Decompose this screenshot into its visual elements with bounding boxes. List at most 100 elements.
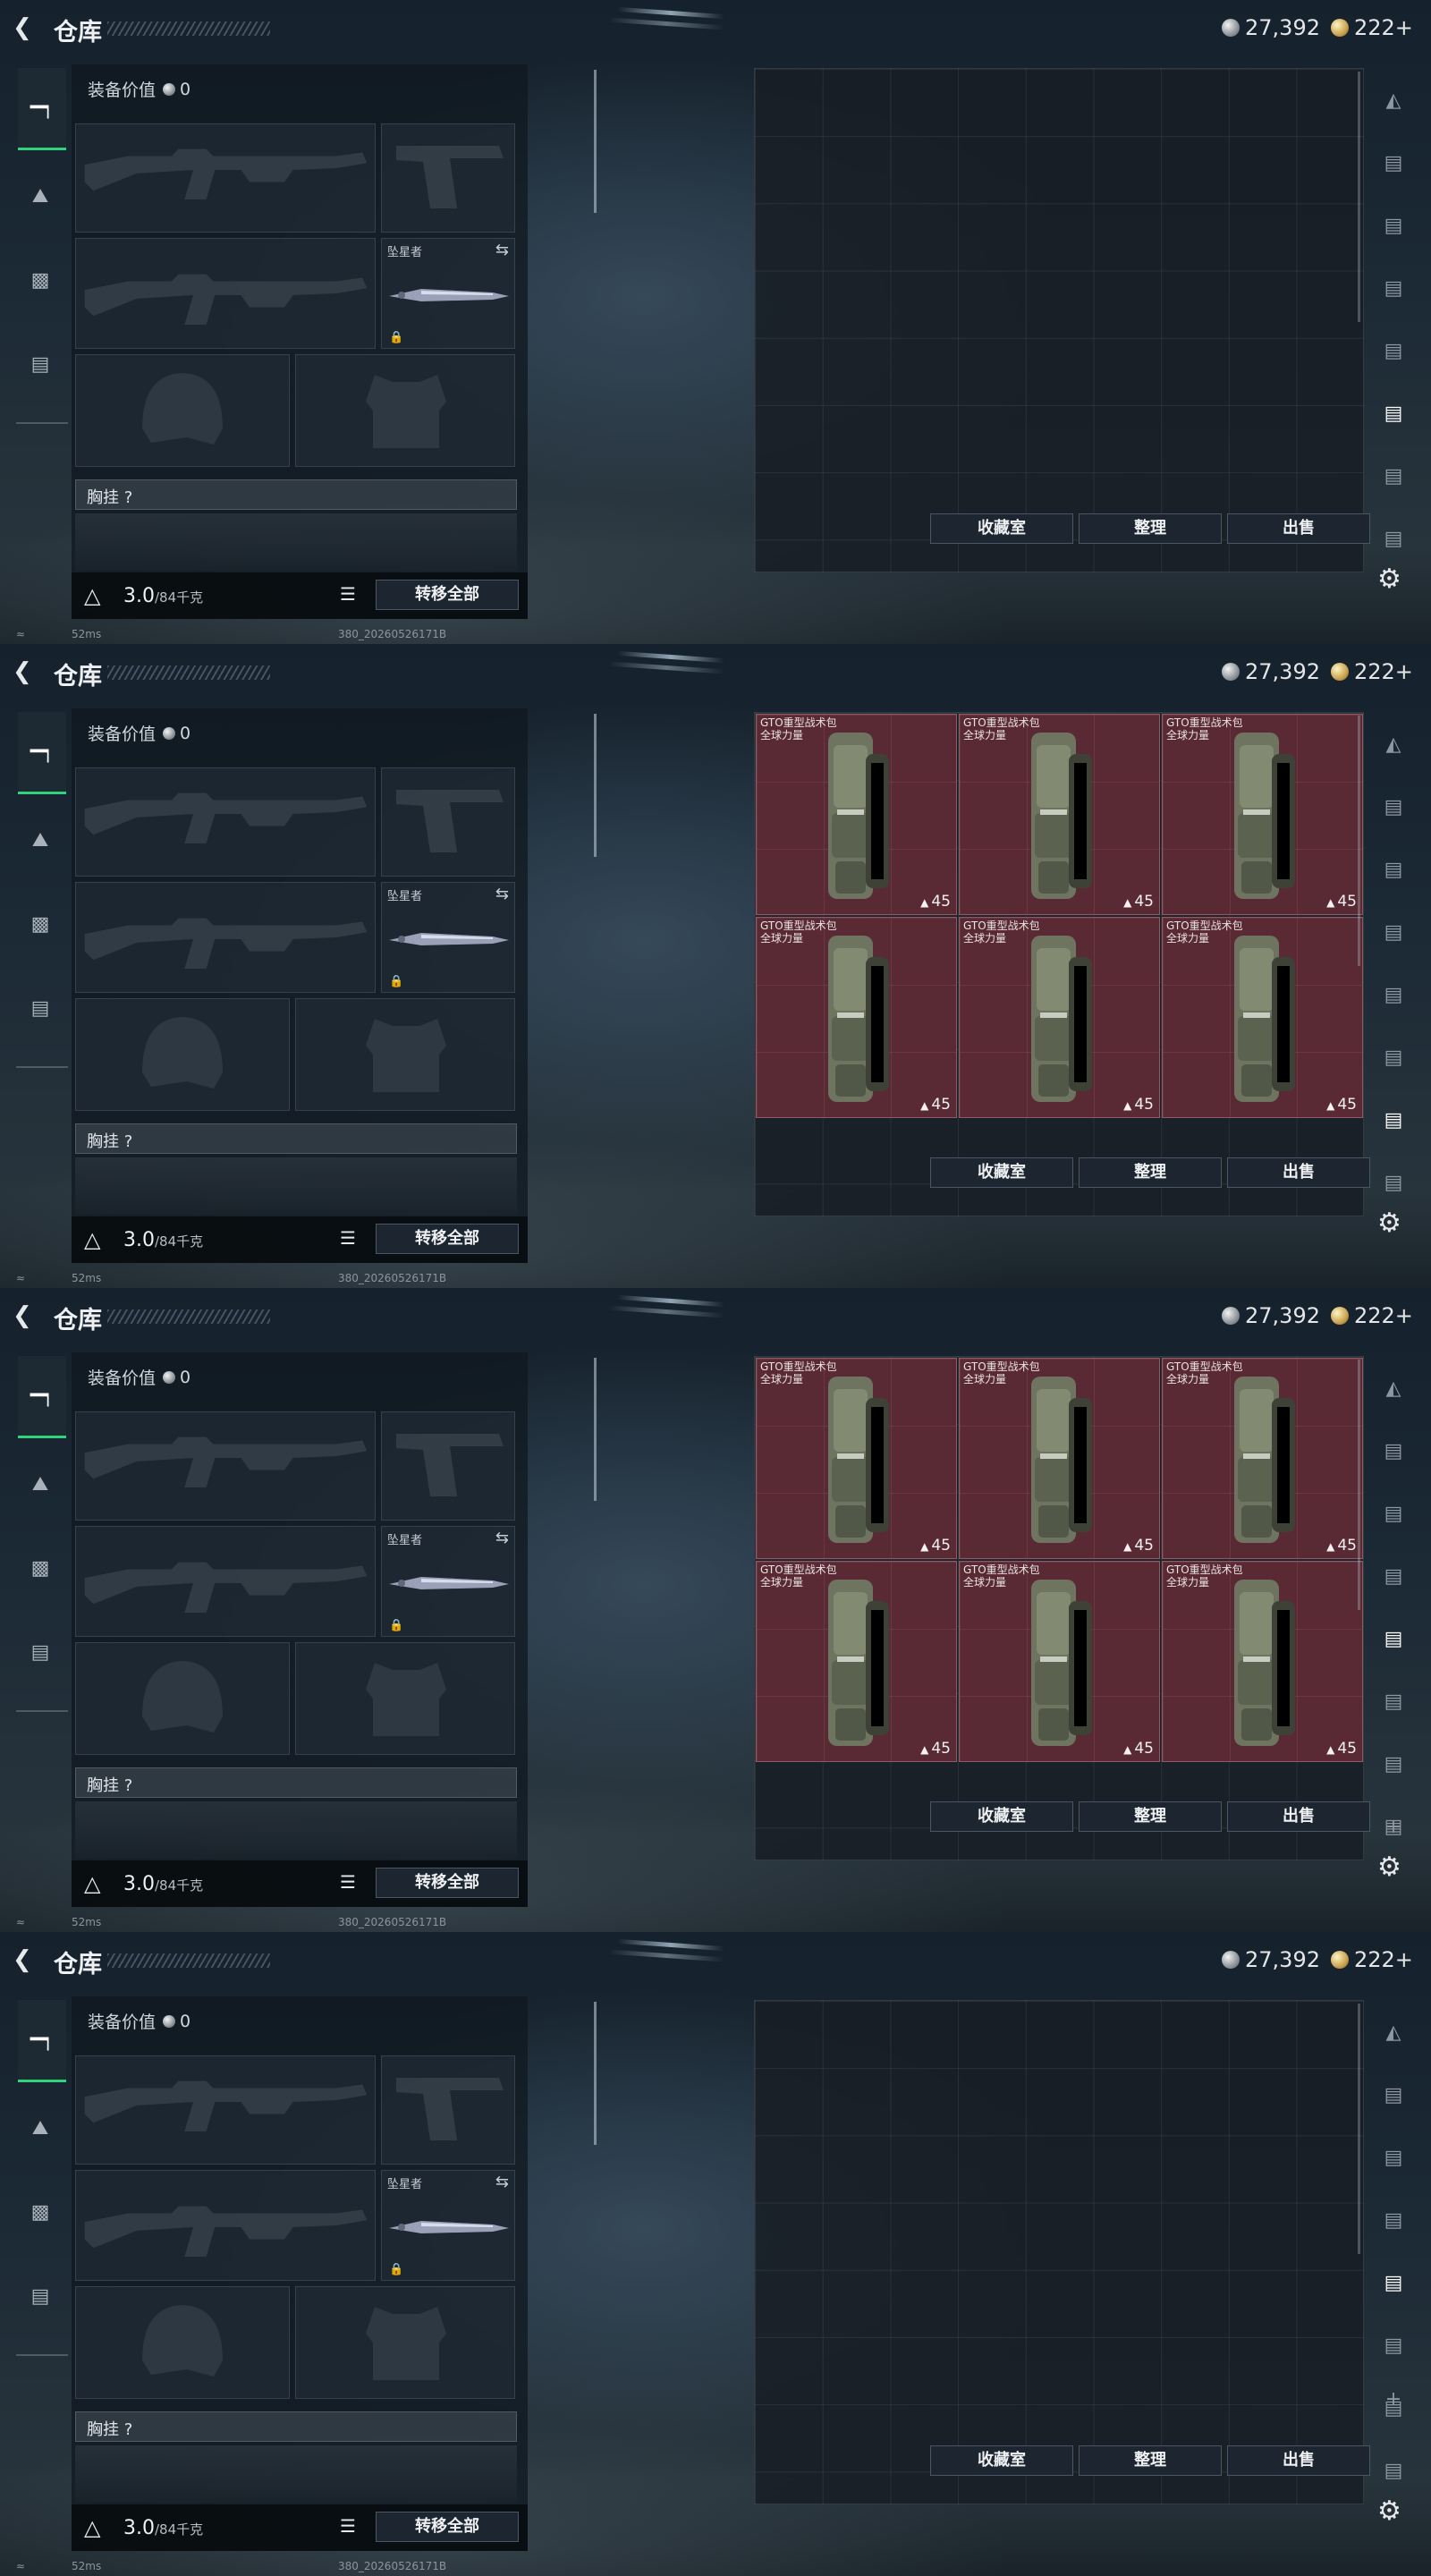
tab-weapons[interactable]: ━┑ xyxy=(18,1356,66,1438)
tv-case-icon-2[interactable]: ▤ xyxy=(1374,2138,1413,2177)
swap-icon[interactable]: ⇆ xyxy=(495,241,509,259)
tv-case-icon-1[interactable]: ▤ xyxy=(1374,1431,1413,1470)
skin-icon[interactable]: ◭ xyxy=(1374,2012,1413,2052)
tab-armor[interactable]: ▩ xyxy=(20,2191,61,2233)
tv-case-icon-5[interactable]: ▤ xyxy=(1374,394,1413,433)
tab-weapons[interactable]: ━┑ xyxy=(18,2000,66,2082)
primary-weapon-slot[interactable] xyxy=(75,767,376,877)
backpack-item[interactable]: GTO重型战术包 全球力量 ▲ 45 xyxy=(1162,917,1363,1118)
tv-case-icon-2[interactable]: ▤ xyxy=(1374,206,1413,245)
pistol-slot[interactable] xyxy=(381,1411,515,1521)
gear-icon[interactable]: ⚙ xyxy=(1377,1208,1401,1239)
rail-scrollbar[interactable] xyxy=(1358,72,1360,322)
tab-helmet[interactable]: ⛰ xyxy=(20,2107,61,2148)
tv-case-icon-1[interactable]: ▤ xyxy=(1374,2075,1413,2114)
tab-helmet[interactable]: ⛰ xyxy=(20,175,61,216)
sort-button[interactable]: 整理 xyxy=(1079,1157,1222,1188)
transfer-all-button[interactable]: 转移全部 xyxy=(376,1868,519,1898)
secondary-weapon-slot[interactable] xyxy=(75,238,376,349)
gold-currency[interactable]: 222+ xyxy=(1331,14,1413,41)
swap-icon[interactable]: ⇆ xyxy=(495,1529,509,1547)
tv-case-icon-5[interactable]: ▤ xyxy=(1374,2326,1413,2365)
add-icon[interactable]: + xyxy=(1374,2379,1413,2419)
tv-case-icon-3[interactable]: ▤ xyxy=(1374,1556,1413,1596)
tv-case-icon-4[interactable]: ▤ xyxy=(1374,2263,1413,2302)
tv-case-icon-1[interactable]: ▤ xyxy=(1374,787,1413,826)
tv-case-icon-3[interactable]: ▤ xyxy=(1374,2200,1413,2240)
backpack-item[interactable]: GTO重型战术包 全球力量 ▲ 45 xyxy=(959,917,1160,1118)
backpack-item[interactable]: GTO重型战术包 全球力量 ▲ 45 xyxy=(756,1358,957,1559)
tab-backpack[interactable]: ▤ xyxy=(20,1631,61,1673)
primary-weapon-slot[interactable] xyxy=(75,1411,376,1521)
tv-case-icon-6[interactable]: ▤ xyxy=(1374,1100,1413,1140)
helmet-slot[interactable] xyxy=(75,2286,290,2399)
chest-rig-header[interactable]: 胸挂 ? xyxy=(75,2411,517,2442)
swap-icon[interactable]: ⇆ xyxy=(495,885,509,903)
sell-button[interactable]: 出售 xyxy=(1227,513,1370,544)
armor-slot[interactable] xyxy=(295,354,515,467)
loadout-scrollbar[interactable] xyxy=(594,1358,597,1501)
back-arrow-icon[interactable]: ❮ xyxy=(13,1302,39,1329)
tv-case-icon-4[interactable]: ▤ xyxy=(1374,975,1413,1014)
sort-button[interactable]: 整理 xyxy=(1079,513,1222,544)
tv-case-icon-3[interactable]: ▤ xyxy=(1374,268,1413,308)
tv-case-icon-6[interactable]: ▤ xyxy=(1374,456,1413,496)
tab-helmet[interactable]: ⛰ xyxy=(20,819,61,860)
sort-button[interactable]: 整理 xyxy=(1079,2445,1222,2476)
skin-icon[interactable]: ◭ xyxy=(1374,724,1413,764)
chest-rig-header[interactable]: 胸挂 ? xyxy=(75,479,517,510)
armor-slot[interactable] xyxy=(295,998,515,1111)
list-icon[interactable]: ☰ xyxy=(340,1871,356,1893)
tv-case-icon-5[interactable]: ▤ xyxy=(1374,1038,1413,1077)
tv-case-icon-4[interactable]: ▤ xyxy=(1374,331,1413,370)
primary-weapon-slot[interactable] xyxy=(75,2055,376,2165)
tab-weapons[interactable]: ━┑ xyxy=(18,68,66,150)
primary-weapon-slot[interactable] xyxy=(75,123,376,233)
back-arrow-icon[interactable]: ❮ xyxy=(13,14,39,41)
tv-case-icon-4[interactable]: ▤ xyxy=(1374,1619,1413,1658)
gold-currency[interactable]: 222+ xyxy=(1331,1946,1413,1973)
tv-case-icon-7[interactable]: ▤ xyxy=(1374,519,1413,558)
back-arrow-icon[interactable]: ❮ xyxy=(13,1946,39,1973)
backpack-item[interactable]: GTO重型战术包 全球力量 ▲ 45 xyxy=(959,1561,1160,1762)
backpack-item[interactable]: GTO重型战术包 全球力量 ▲ 45 xyxy=(959,714,1160,915)
pistol-slot[interactable] xyxy=(381,123,515,233)
pistol-slot[interactable] xyxy=(381,2055,515,2165)
list-icon[interactable]: ☰ xyxy=(340,1227,356,1249)
backpack-item[interactable]: GTO重型战术包 全球力量 ▲ 45 xyxy=(756,714,957,915)
tab-weapons[interactable]: ━┑ xyxy=(18,712,66,794)
transfer-all-button[interactable]: 转移全部 xyxy=(376,580,519,610)
gold-currency[interactable]: 222+ xyxy=(1331,1302,1413,1329)
loadout-scrollbar[interactable] xyxy=(594,70,597,213)
tv-case-icon-2[interactable]: ▤ xyxy=(1374,850,1413,889)
chest-rig-header[interactable]: 胸挂 ? xyxy=(75,1123,517,1154)
add-icon[interactable]: + xyxy=(1374,1807,1413,1846)
collection-room-button[interactable]: 收藏室 xyxy=(930,1157,1073,1188)
loadout-scrollbar[interactable] xyxy=(594,714,597,857)
tab-armor[interactable]: ▩ xyxy=(20,259,61,301)
gear-icon[interactable]: ⚙ xyxy=(1377,1852,1401,1883)
list-icon[interactable]: ☰ xyxy=(340,2515,356,2537)
swap-icon[interactable]: ⇆ xyxy=(495,2173,509,2191)
helmet-slot[interactable] xyxy=(75,354,290,467)
melee-slot[interactable]: 坠星者 ⇆ 🔒 xyxy=(381,2170,515,2281)
stash-grid[interactable] xyxy=(754,68,1364,572)
tv-case-icon-2[interactable]: ▤ xyxy=(1374,1494,1413,1533)
secondary-weapon-slot[interactable] xyxy=(75,2170,376,2281)
tab-armor[interactable]: ▩ xyxy=(20,1547,61,1589)
loadout-scrollbar[interactable] xyxy=(594,2002,597,2145)
transfer-all-button[interactable]: 转移全部 xyxy=(376,2512,519,2542)
collection-room-button[interactable]: 收藏室 xyxy=(930,1801,1073,1832)
backpack-item[interactable]: GTO重型战术包 全球力量 ▲ 45 xyxy=(1162,1561,1363,1762)
rail-scrollbar[interactable] xyxy=(1358,2004,1360,2254)
tab-backpack[interactable]: ▤ xyxy=(20,987,61,1029)
tab-helmet[interactable]: ⛰ xyxy=(20,1463,61,1504)
armor-slot[interactable] xyxy=(295,1642,515,1755)
secondary-weapon-slot[interactable] xyxy=(75,1526,376,1637)
backpack-item[interactable]: GTO重型战术包 全球力量 ▲ 45 xyxy=(756,1561,957,1762)
sort-button[interactable]: 整理 xyxy=(1079,1801,1222,1832)
collection-room-button[interactable]: 收藏室 xyxy=(930,513,1073,544)
backpack-item[interactable]: GTO重型战术包 全球力量 ▲ 45 xyxy=(1162,1358,1363,1559)
stash-grid[interactable] xyxy=(754,2000,1364,2504)
tv-case-icon-3[interactable]: ▤ xyxy=(1374,912,1413,952)
